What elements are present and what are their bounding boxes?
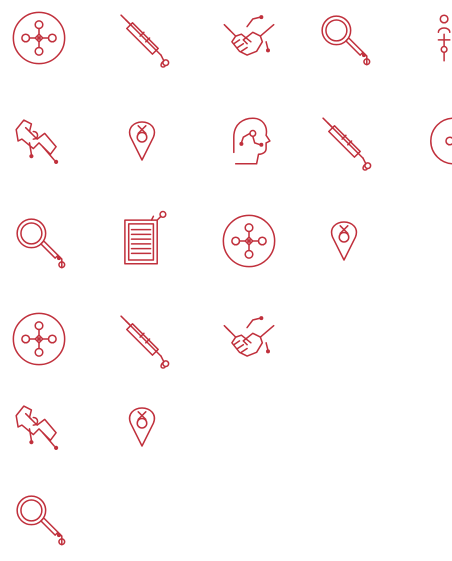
- location-pin-icon: [128, 407, 156, 447]
- node-network-icon: [222, 214, 276, 268]
- profile-head-icon: [233, 117, 271, 165]
- node-network-icon: [12, 11, 66, 65]
- document-icon: [124, 210, 167, 265]
- icon-grid: [12, 11, 452, 546]
- syringe-icon: [120, 14, 170, 68]
- wrench-icon: [15, 405, 59, 450]
- magnifier-icon: [16, 495, 66, 546]
- syringe-icon: [120, 315, 170, 369]
- location-pin-icon: [330, 221, 358, 261]
- partial-circle-icon: [430, 117, 452, 165]
- node-network-icon: [12, 312, 66, 366]
- handshake-icon: [223, 15, 275, 56]
- handshake-icon: [223, 316, 275, 357]
- user-network-icon: [437, 14, 451, 62]
- location-pin-icon: [128, 121, 156, 161]
- magnifier-icon: [321, 15, 371, 66]
- wrench-icon: [15, 119, 59, 164]
- syringe-icon: [322, 117, 372, 171]
- magnifier-icon: [16, 218, 66, 269]
